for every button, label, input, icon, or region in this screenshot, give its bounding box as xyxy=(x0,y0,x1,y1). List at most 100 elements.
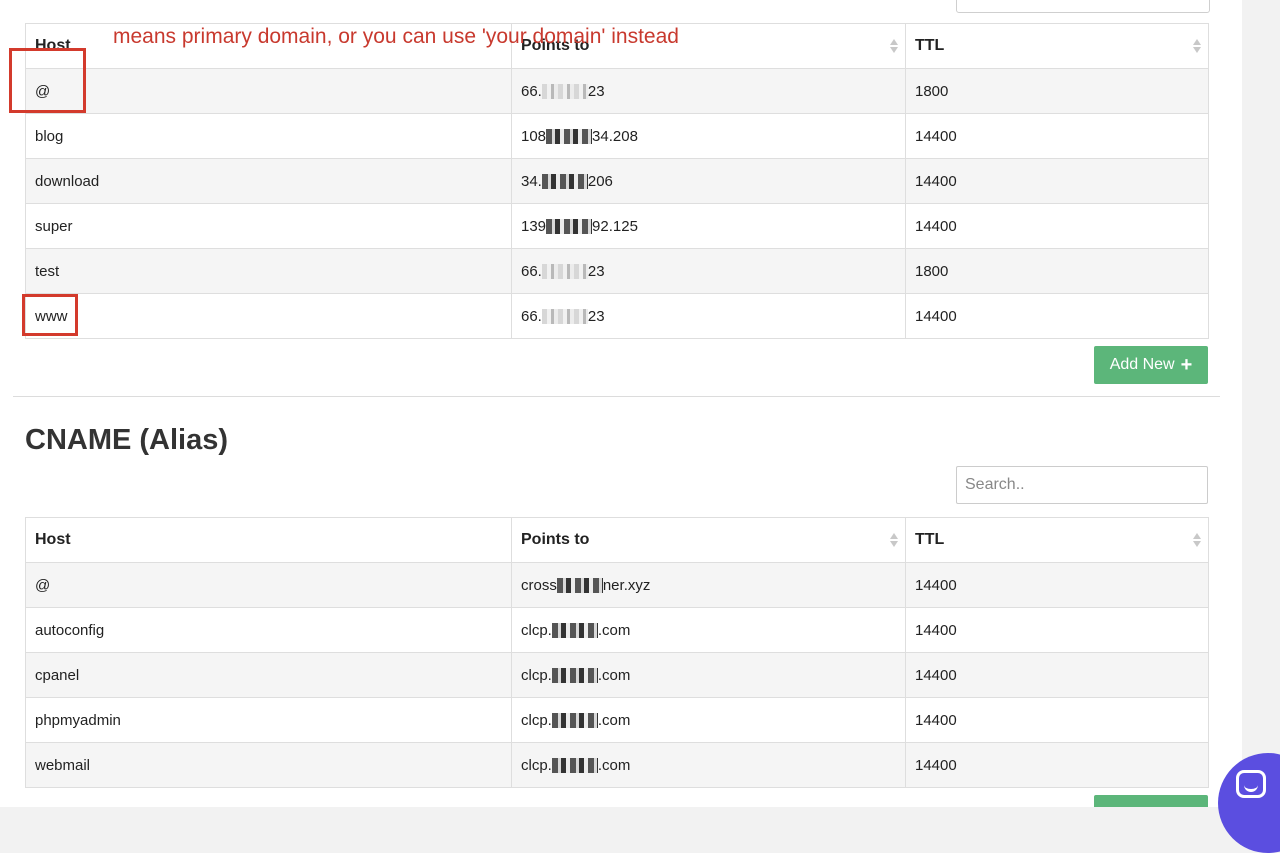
table-row[interactable]: www 66. 23 14400 xyxy=(25,293,1209,339)
points-to-prefix: clcp. xyxy=(521,621,552,639)
host-cell: test xyxy=(25,248,512,294)
host-cell: @ xyxy=(25,68,512,114)
points-to-cell: 66. 23 xyxy=(511,248,906,294)
table-row[interactable]: @ 66. 23 1800 xyxy=(25,68,1209,114)
column-header-ttl[interactable]: TTL xyxy=(905,23,1209,69)
points-to-suffix: ner.xyz xyxy=(602,576,651,594)
points-to-cell: clcp. .com xyxy=(511,742,906,788)
host-cell: super xyxy=(25,203,512,249)
column-header-label: TTL xyxy=(915,37,945,54)
points-to-prefix: clcp. xyxy=(521,756,552,774)
table-row[interactable]: download 34. 206 14400 xyxy=(25,158,1209,204)
redacted-value xyxy=(551,713,598,729)
a-records-search-input[interactable] xyxy=(956,0,1210,13)
table-header-row: Host Points to TTL xyxy=(25,517,1209,563)
points-to-prefix: 66. xyxy=(521,82,542,100)
cname-add-new-button[interactable] xyxy=(1094,795,1208,807)
table-row[interactable]: webmail clcp. .com 14400 xyxy=(25,742,1209,788)
ttl-cell: 14400 xyxy=(905,203,1209,249)
ttl-cell: 14400 xyxy=(905,113,1209,159)
table-row[interactable]: test 66. 23 1800 xyxy=(25,248,1209,294)
table-row[interactable]: autoconfig clcp. .com 14400 xyxy=(25,607,1209,653)
ttl-cell: 14400 xyxy=(905,293,1209,339)
table-row[interactable]: super 139 92.125 14400 xyxy=(25,203,1209,249)
points-to-suffix: .com xyxy=(597,711,631,729)
redacted-value xyxy=(551,668,598,684)
points-to-cell: cross ner.xyz xyxy=(511,562,906,608)
sort-icon[interactable] xyxy=(890,533,898,547)
points-to-cell: 108 34.208 xyxy=(511,113,906,159)
add-new-button[interactable]: Add New + xyxy=(1094,346,1208,384)
redacted-value xyxy=(541,84,588,100)
host-cell: phpmyadmin xyxy=(25,697,512,743)
points-to-prefix: 66. xyxy=(521,262,542,280)
host-cell: autoconfig xyxy=(25,607,512,653)
ttl-cell: 14400 xyxy=(905,607,1209,653)
host-cell: @ xyxy=(25,562,512,608)
points-to-suffix: 23 xyxy=(587,82,605,100)
dns-panel: Host Points to TTL @ 66. 23 1800 blog 108… xyxy=(0,0,1242,807)
plus-icon: + xyxy=(1180,354,1193,376)
points-to-cell: 66. 23 xyxy=(511,293,906,339)
redacted-value xyxy=(551,758,598,774)
points-to-prefix: 139 xyxy=(521,217,547,235)
points-to-cell: clcp. .com xyxy=(511,607,906,653)
section-title: CNAME (Alias) xyxy=(25,424,229,456)
a-records-table: Host Points to TTL @ 66. 23 1800 blog 108… xyxy=(25,23,1209,339)
points-to-prefix: 66. xyxy=(521,307,542,325)
host-cell: webmail xyxy=(25,742,512,788)
cname-table: Host Points to TTL @ cross ner.xyz 14400 … xyxy=(25,517,1209,788)
points-to-suffix: 92.125 xyxy=(592,217,638,235)
sort-icon[interactable] xyxy=(1193,533,1201,547)
points-to-prefix: cross xyxy=(521,576,557,594)
ttl-cell: 14400 xyxy=(905,652,1209,698)
points-to-suffix: .com xyxy=(597,756,631,774)
ttl-cell: 14400 xyxy=(905,742,1209,788)
redacted-value xyxy=(556,578,603,594)
table-row[interactable]: phpmyadmin clcp. .com 14400 xyxy=(25,697,1209,743)
points-to-cell: 139 92.125 xyxy=(511,203,906,249)
points-to-prefix: 108 xyxy=(521,127,547,145)
annotation-highlight-at xyxy=(9,48,86,113)
section-divider xyxy=(13,396,1220,397)
column-header-label: Points to xyxy=(521,531,590,548)
redacted-value xyxy=(546,219,593,235)
redacted-value xyxy=(541,264,588,280)
points-to-suffix: .com xyxy=(597,666,631,684)
points-to-suffix: 34.208 xyxy=(592,127,638,145)
redacted-value xyxy=(546,129,593,145)
ttl-cell: 14400 xyxy=(905,562,1209,608)
ttl-cell: 1800 xyxy=(905,68,1209,114)
points-to-cell: 66. 23 xyxy=(511,68,906,114)
host-cell: cpanel xyxy=(25,652,512,698)
points-to-suffix: 23 xyxy=(587,262,605,280)
chat-icon xyxy=(1236,770,1266,798)
points-to-prefix: clcp. xyxy=(521,711,552,729)
table-row[interactable]: @ cross ner.xyz 14400 xyxy=(25,562,1209,608)
ttl-cell: 14400 xyxy=(905,158,1209,204)
table-row[interactable]: blog 108 34.208 14400 xyxy=(25,113,1209,159)
redacted-value xyxy=(541,174,588,190)
ttl-cell: 14400 xyxy=(905,697,1209,743)
points-to-cell: 34. 206 xyxy=(511,158,906,204)
host-cell: blog xyxy=(25,113,512,159)
host-cell: www xyxy=(25,293,512,339)
table-row[interactable]: cpanel clcp. .com 14400 xyxy=(25,652,1209,698)
host-cell: download xyxy=(25,158,512,204)
points-to-suffix: 23 xyxy=(587,307,605,325)
column-header-ttl[interactable]: TTL xyxy=(905,517,1209,563)
cname-search-input[interactable] xyxy=(956,466,1208,504)
redacted-value xyxy=(541,309,588,325)
column-header-points-to[interactable]: Points to xyxy=(511,517,906,563)
column-header-host[interactable]: Host xyxy=(25,517,512,563)
add-new-label: Add New xyxy=(1109,356,1175,373)
ttl-cell: 1800 xyxy=(905,248,1209,294)
annotation-text: means primary domain, or you can use 'yo… xyxy=(113,25,679,48)
annotation-highlight-www xyxy=(22,294,78,336)
sort-icon[interactable] xyxy=(1193,39,1201,53)
points-to-cell: clcp. .com xyxy=(511,697,906,743)
points-to-prefix: clcp. xyxy=(521,666,552,684)
points-to-prefix: 34. xyxy=(521,172,542,190)
points-to-cell: clcp. .com xyxy=(511,652,906,698)
sort-icon[interactable] xyxy=(890,39,898,53)
